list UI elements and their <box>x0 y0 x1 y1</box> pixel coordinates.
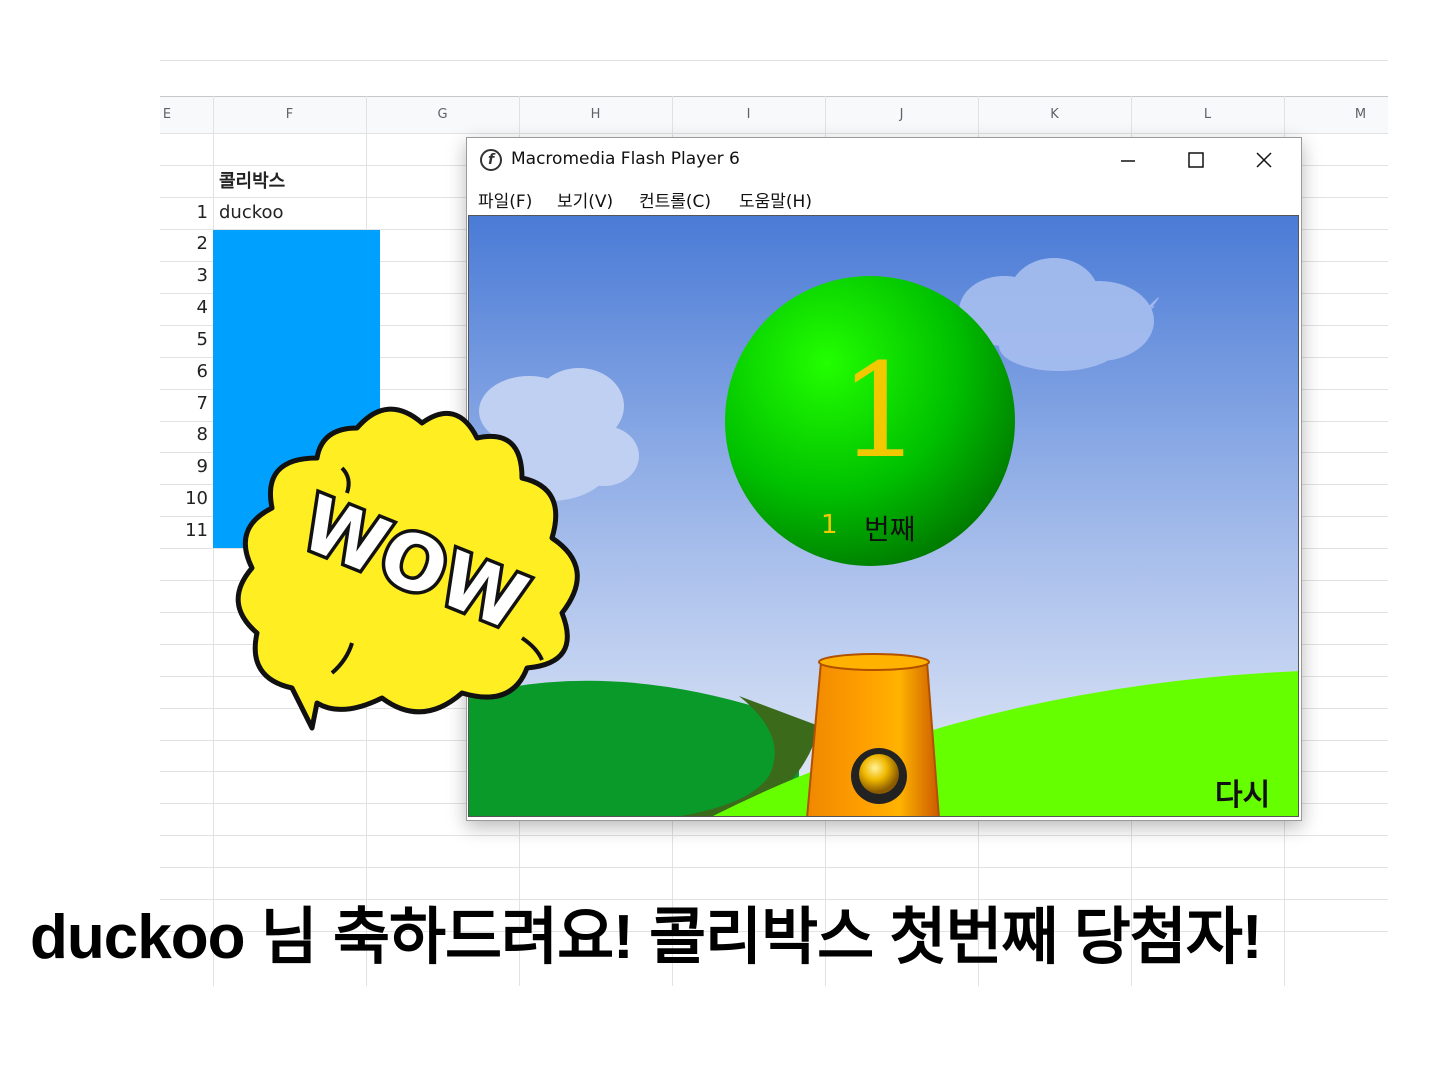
fire-knob[interactable] <box>859 754 899 794</box>
column-header-h[interactable]: H <box>519 107 672 122</box>
row-number: 6 <box>196 361 208 382</box>
minimize-icon <box>1121 160 1135 162</box>
menu-file[interactable]: 파일(F) <box>478 187 532 212</box>
column-header-k[interactable]: K <box>978 107 1131 122</box>
flash-app-icon: f <box>480 149 502 171</box>
title-bar[interactable]: f Macromedia Flash Player 6 <box>467 138 1301 182</box>
cell-f-header[interactable]: 콜리박스 <box>219 167 285 193</box>
minimize-button[interactable] <box>1103 144 1153 176</box>
maximize-button[interactable] <box>1171 144 1221 176</box>
congratulations-headline: duckoo 님 축하드려요! 콜리박스 첫번째 당첨자! <box>30 903 1263 972</box>
window-title: Macromedia Flash Player 6 <box>511 149 740 169</box>
draw-count: 1 <box>821 510 838 540</box>
menu-view[interactable]: 보기(V) <box>557 187 613 212</box>
column-header-i[interactable]: I <box>672 107 825 122</box>
row-number: 5 <box>196 329 208 350</box>
grid-row-line <box>160 835 1388 836</box>
column-header-f[interactable]: F <box>213 107 366 122</box>
close-button[interactable] <box>1239 144 1289 176</box>
row-number: 4 <box>196 297 208 318</box>
column-header-m[interactable]: M <box>1284 107 1437 122</box>
draw-number: 1 <box>839 335 922 487</box>
wow-sticker: WOW <box>235 406 580 731</box>
retry-button[interactable]: 다시 <box>1215 770 1270 814</box>
maximize-icon <box>1188 152 1204 168</box>
grid-row-line <box>160 867 1388 868</box>
grid-row-line <box>160 133 1388 134</box>
row-number: 7 <box>196 393 208 414</box>
menu-bar: 파일(F) 보기(V) 컨트롤(C) 도움말(H) <box>467 182 1301 214</box>
column-header-l[interactable]: L <box>1131 107 1284 122</box>
row-number: 8 <box>196 424 208 445</box>
row-number: 10 <box>185 488 208 509</box>
column-header-e[interactable]: E <box>160 107 174 122</box>
cannon-rim <box>818 653 930 671</box>
column-header-g[interactable]: G <box>366 107 519 122</box>
menu-control[interactable]: 컨트롤(C) <box>639 187 711 212</box>
grid-line <box>160 60 1388 61</box>
row-number: 9 <box>196 456 208 477</box>
column-header-j[interactable]: J <box>825 107 978 122</box>
row-number: 1 <box>196 202 208 223</box>
row-number: 3 <box>196 265 208 286</box>
row-number: 11 <box>185 520 208 541</box>
cell-f1[interactable]: duckoo <box>219 202 284 223</box>
row-number: 2 <box>196 233 208 254</box>
draw-count-label: 번째 <box>864 513 916 546</box>
close-icon <box>1256 152 1272 168</box>
menu-help[interactable]: 도움말(H) <box>739 187 812 212</box>
column-header-bar: E F G H I J K L M <box>160 96 1388 134</box>
